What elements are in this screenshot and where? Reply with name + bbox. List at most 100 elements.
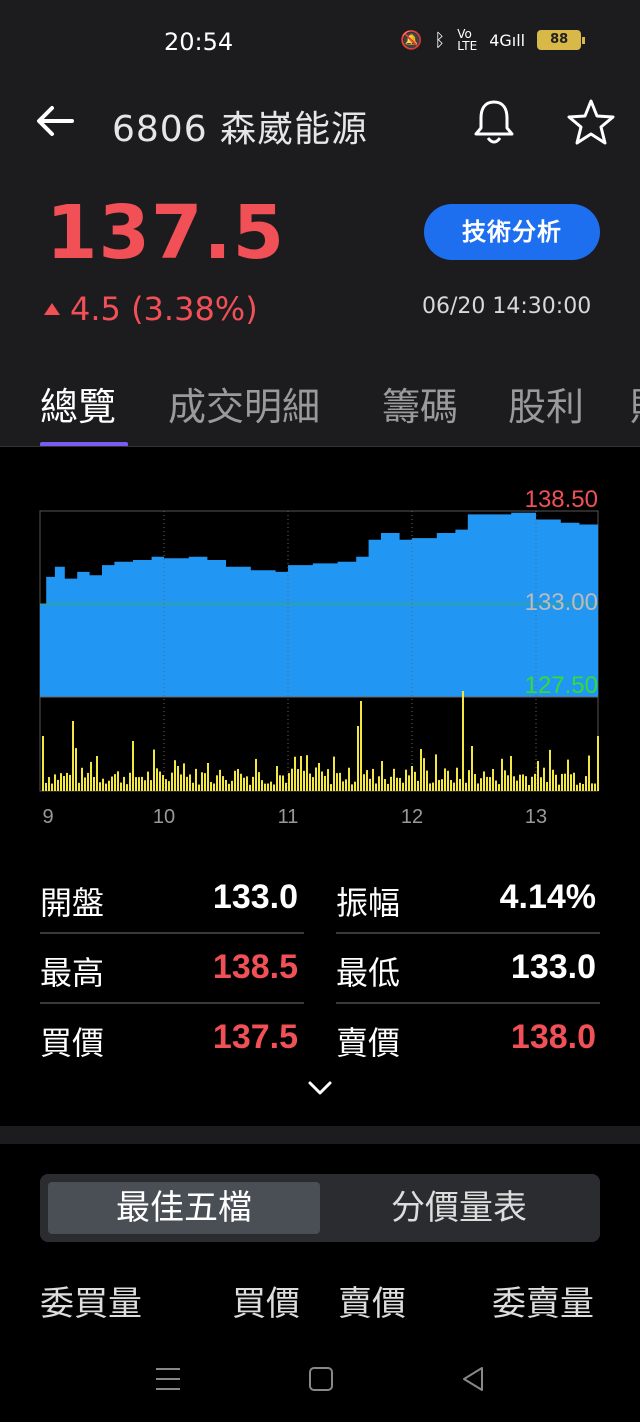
bell-icon[interactable] bbox=[472, 98, 516, 146]
stat-label-amplitude: 振幅 bbox=[336, 884, 401, 922]
volume-bar bbox=[456, 767, 458, 791]
volume-bar bbox=[471, 746, 473, 791]
volume-bar bbox=[561, 773, 563, 791]
back-nav-icon[interactable] bbox=[460, 1366, 486, 1392]
volume-bar bbox=[273, 784, 275, 791]
home-icon[interactable] bbox=[308, 1366, 334, 1392]
volume-bar bbox=[66, 772, 68, 791]
volume-bar bbox=[519, 774, 521, 791]
segment-best-five[interactable]: 最佳五檔 bbox=[48, 1182, 320, 1234]
volume-bar bbox=[315, 767, 317, 791]
volume-bar bbox=[540, 777, 542, 791]
volume-bar bbox=[267, 783, 269, 791]
volume-bar bbox=[432, 782, 434, 791]
tab-overview[interactable]: 總覽 bbox=[40, 376, 116, 431]
volume-bar bbox=[345, 779, 347, 791]
volume-bar bbox=[567, 759, 569, 791]
stat-label-low: 最低 bbox=[336, 954, 401, 992]
volume-bar bbox=[153, 749, 155, 791]
volume-bar bbox=[243, 777, 245, 791]
volume-bar bbox=[54, 774, 56, 791]
volume-bars bbox=[42, 691, 599, 791]
recent-apps-icon[interactable] bbox=[154, 1366, 182, 1392]
volume-bar bbox=[555, 774, 557, 791]
tab-dividend[interactable]: 股利 bbox=[508, 376, 584, 431]
volume-bar bbox=[327, 769, 329, 791]
page-title: 6806 森崴能源 bbox=[112, 109, 369, 150]
stat-value-low: 133.0 bbox=[510, 948, 596, 986]
volume-bar bbox=[231, 780, 233, 791]
segment-price-volume[interactable]: 分價量表 bbox=[326, 1182, 592, 1234]
volume-bar bbox=[309, 773, 311, 791]
tab-bar: 總覽 成交明細 籌碼 股利 財 bbox=[0, 376, 640, 446]
volume-bar bbox=[381, 761, 383, 791]
stat-row: 開盤 133.0 振幅 4.14% bbox=[40, 866, 600, 936]
volume-bar bbox=[171, 772, 173, 791]
price-change: 4.5 (3.38%) bbox=[44, 290, 258, 328]
volume-bar bbox=[291, 768, 293, 791]
volume-bar bbox=[474, 774, 476, 791]
system-nav-bar bbox=[0, 1338, 640, 1422]
volume-bar bbox=[78, 782, 80, 791]
star-icon[interactable] bbox=[566, 98, 616, 146]
tab-trade-details[interactable]: 成交明細 bbox=[168, 376, 320, 431]
volume-bar bbox=[324, 775, 326, 791]
bluetooth-icon: ᛒ bbox=[434, 29, 446, 51]
volume-bar bbox=[558, 784, 560, 791]
volume-bar bbox=[516, 780, 518, 791]
stat-label-bid: 買價 bbox=[40, 1024, 105, 1062]
volume-bar bbox=[270, 781, 272, 791]
volume-bar bbox=[384, 779, 386, 791]
volume-bar bbox=[375, 783, 377, 791]
volume-bar bbox=[228, 783, 230, 791]
technical-analysis-button[interactable]: 技術分析 bbox=[424, 204, 600, 260]
volume-bar bbox=[129, 772, 131, 791]
stat-value-amplitude: 4.14% bbox=[499, 878, 596, 916]
volume-bar bbox=[303, 770, 305, 791]
header-ask-volume: 委賣量 bbox=[492, 1284, 594, 1324]
volume-bar bbox=[393, 768, 395, 791]
volume-bar bbox=[192, 782, 194, 791]
volume-bar bbox=[219, 769, 221, 791]
volume-bar bbox=[333, 756, 335, 791]
current-price: 137.5 bbox=[46, 190, 286, 276]
volume-bar bbox=[354, 781, 356, 791]
volume-bar bbox=[42, 736, 44, 791]
volume-bar bbox=[378, 776, 380, 791]
y-label-ref: 133.00 bbox=[525, 589, 598, 616]
volume-bar bbox=[117, 771, 119, 791]
volume-bar bbox=[297, 769, 299, 791]
volume-bar bbox=[198, 784, 200, 791]
volume-bar bbox=[390, 776, 392, 791]
volume-bar bbox=[552, 769, 554, 791]
tab-financials[interactable]: 財 bbox=[630, 376, 640, 431]
volume-bar bbox=[330, 784, 332, 791]
x-tick-label: 13 bbox=[525, 806, 547, 828]
volume-bar bbox=[45, 782, 47, 791]
volume-bar bbox=[549, 749, 551, 791]
volume-bar bbox=[468, 770, 470, 791]
volume-bar bbox=[60, 773, 62, 791]
back-arrow-icon[interactable] bbox=[36, 104, 76, 138]
volume-bar bbox=[357, 726, 359, 791]
volume-bar bbox=[441, 779, 443, 791]
volume-bar bbox=[351, 784, 353, 791]
volume-bar bbox=[180, 774, 182, 791]
volume-bar bbox=[69, 774, 71, 791]
divider bbox=[40, 932, 304, 934]
volume-bar bbox=[165, 779, 167, 791]
volume-bar bbox=[189, 774, 191, 791]
volume-bar bbox=[258, 772, 260, 791]
volume-bar bbox=[246, 776, 248, 791]
header-bid-volume: 委買量 bbox=[40, 1284, 142, 1324]
volume-bar bbox=[489, 777, 491, 791]
battery-icon: 88 bbox=[537, 30, 586, 50]
volume-bar bbox=[234, 770, 236, 791]
tab-chips[interactable]: 籌碼 bbox=[382, 376, 458, 431]
chevron-down-icon[interactable] bbox=[306, 1076, 334, 1100]
volume-bar bbox=[591, 783, 593, 791]
volume-bar bbox=[477, 783, 479, 791]
intraday-chart[interactable]: 138.50 133.00 127.50 9 10 11 12 13 bbox=[0, 447, 640, 847]
volume-bar bbox=[483, 771, 485, 791]
volume-bar bbox=[462, 691, 464, 791]
